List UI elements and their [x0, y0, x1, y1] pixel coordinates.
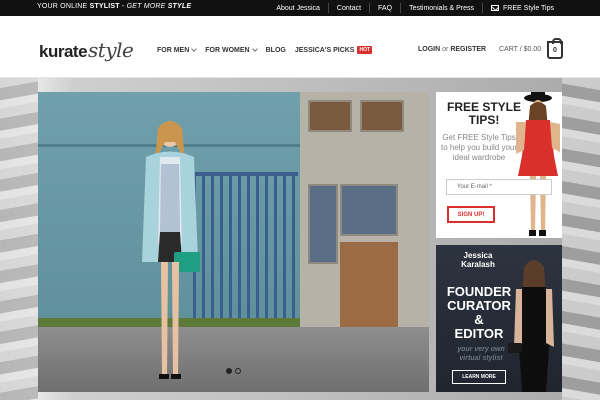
slider-pagination — [226, 368, 244, 374]
tagline-italic: GET MORE — [126, 3, 168, 10]
top-link-about[interactable]: About Jessica — [268, 5, 328, 12]
chevron-down-icon — [191, 46, 198, 52]
slide-window — [360, 100, 404, 132]
mail-icon — [491, 4, 500, 11]
slide-ground — [38, 327, 429, 392]
model-photo — [142, 121, 200, 379]
tagline-separator: - — [119, 3, 127, 10]
hero-slider[interactable] — [38, 92, 429, 392]
slider-dot-2[interactable] — [235, 368, 241, 374]
top-links: About Jessica Contact FAQ Testimonials &… — [268, 0, 562, 16]
top-link-faq[interactable]: FAQ — [370, 5, 400, 12]
account-links: LOGIN or REGISTER — [418, 46, 486, 53]
nav-label: FOR WOMEN — [205, 46, 250, 54]
slider-dot-1[interactable] — [226, 368, 232, 374]
login-or-text: or — [442, 46, 449, 53]
founder-card[interactable]: Jessica Karalash FOUNDER CURATOR & EDITO… — [436, 245, 562, 392]
nav-item-jessicas-picks[interactable]: JESSICA'S PICKS HOT — [294, 46, 373, 54]
top-link-free-tips[interactable]: FREE Style Tips — [483, 4, 562, 12]
tagline-italic-bold: STYLE — [167, 3, 192, 10]
background-crowd-right — [562, 78, 600, 400]
top-link-contact[interactable]: Contact — [329, 5, 369, 12]
cart-count: 0 — [553, 46, 557, 54]
slide-door — [340, 242, 398, 327]
slide-window — [340, 184, 398, 236]
nav-label: BLOG — [265, 46, 286, 54]
nav-label: JESSICA'S PICKS — [294, 46, 355, 54]
sign-up-button[interactable]: SIGN UP! — [447, 206, 495, 223]
top-link-testimonials[interactable]: Testimonials & Press — [401, 5, 482, 12]
logo-script-text: style — [88, 38, 134, 62]
logo-main-text: kurate — [39, 42, 88, 61]
chevron-down-icon — [251, 46, 258, 52]
free-tips-label: FREE Style Tips — [503, 4, 554, 12]
cart-bag-icon[interactable]: 0 — [547, 38, 563, 59]
learn-more-button[interactable]: LEARN MORE — [452, 370, 506, 384]
tagline-bold: STYLIST — [89, 3, 120, 10]
cart-link[interactable]: CART / $0.00 — [499, 46, 541, 53]
founder-photo — [508, 260, 554, 392]
slide-window — [308, 184, 338, 264]
slide-window — [308, 100, 352, 132]
nav-label: FOR MEN — [157, 46, 190, 54]
nav-item-for-women[interactable]: FOR WOMEN — [205, 46, 258, 54]
login-link[interactable]: LOGIN — [418, 46, 440, 53]
free-style-tips-card: FREE STYLE TIPS! Get FREE Style Tips to … — [436, 92, 562, 238]
background-crowd-left — [0, 78, 38, 400]
site-header: kuratestyle FOR MEN FOR WOMEN BLOG JESSI… — [0, 16, 600, 78]
register-link[interactable]: REGISTER — [450, 46, 486, 53]
hot-badge: HOT — [357, 46, 373, 54]
site-tagline: YOUR ONLINE STYLIST - GET MORE STYLE — [37, 3, 191, 10]
email-input[interactable]: Your E-mail * — [446, 179, 552, 195]
nav-item-blog[interactable]: BLOG — [266, 46, 286, 54]
main-nav: FOR MEN FOR WOMEN BLOG JESSICA'S PICKS HO… — [157, 46, 381, 54]
site-logo[interactable]: kuratestyle — [39, 38, 134, 62]
top-bar: YOUR ONLINE STYLIST - GET MORE STYLE Abo… — [0, 0, 600, 16]
red-dress-model-photo — [516, 92, 560, 236]
nav-item-for-men[interactable]: FOR MEN — [157, 46, 198, 54]
tagline-prefix: YOUR ONLINE — [37, 3, 90, 10]
